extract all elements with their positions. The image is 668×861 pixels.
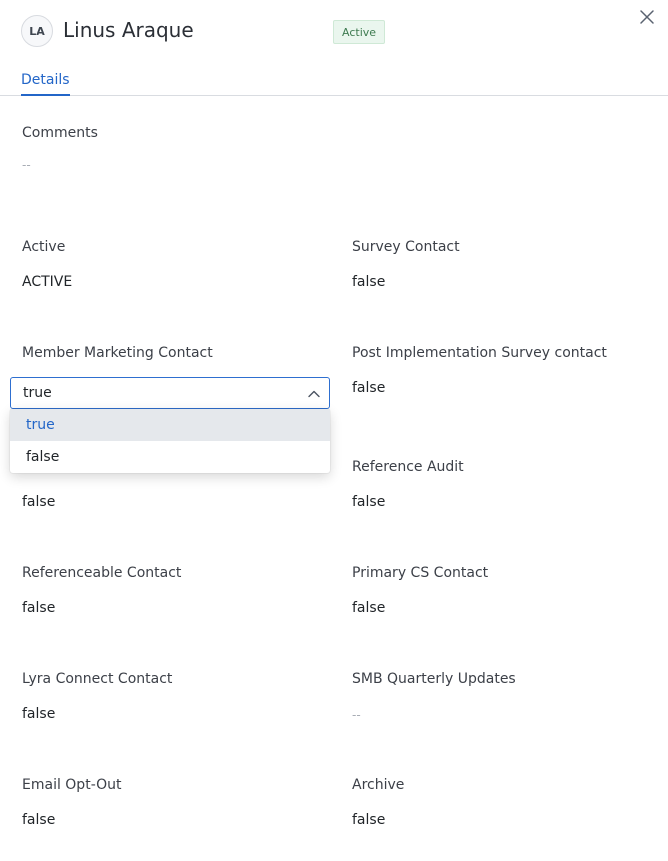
hidden-field-value: false <box>22 494 56 510</box>
close-icon[interactable] <box>639 9 655 25</box>
post-implementation-survey-contact-label: Post Implementation Survey contact <box>352 345 607 361</box>
archive-value: false <box>352 812 386 828</box>
tab-bar: Details <box>0 70 668 96</box>
survey-contact-value: false <box>352 274 386 290</box>
member-marketing-contact-label: Member Marketing Contact <box>22 345 213 361</box>
contact-detail-panel: LA Linus Araque Active Details Comments … <box>0 0 668 861</box>
avatar: LA <box>21 15 53 47</box>
member-marketing-contact-select[interactable]: true <box>10 377 330 409</box>
reference-audit-label: Reference Audit <box>352 459 464 475</box>
chevron-up-icon[interactable] <box>307 387 321 401</box>
archive-label: Archive <box>352 777 405 793</box>
active-label: Active <box>22 239 66 255</box>
post-implementation-survey-contact-value: false <box>352 380 386 396</box>
lyra-connect-contact-value: false <box>22 706 56 722</box>
survey-contact-label: Survey Contact <box>352 239 460 255</box>
email-opt-out-label: Email Opt-Out <box>22 777 122 793</box>
smb-quarterly-updates-value: -- <box>352 708 361 722</box>
dropdown-option-true[interactable]: true <box>10 409 330 441</box>
dropdown-menu: true false <box>10 409 330 473</box>
primary-cs-contact-label: Primary CS Contact <box>352 565 489 581</box>
contact-name: Linus Araque <box>63 18 194 42</box>
tab-details[interactable]: Details <box>21 72 70 96</box>
status-badge: Active <box>333 20 386 44</box>
lyra-connect-contact-label: Lyra Connect Contact <box>22 671 173 687</box>
primary-cs-contact-value: false <box>352 600 386 616</box>
comments-value: -- <box>22 158 31 172</box>
email-opt-out-value: false <box>22 812 56 828</box>
comments-label: Comments <box>22 125 98 141</box>
referenceable-contact-value: false <box>22 600 56 616</box>
referenceable-contact-label: Referenceable Contact <box>22 565 182 581</box>
select-current-value: true <box>23 385 52 401</box>
reference-audit-value: false <box>352 494 386 510</box>
active-value: ACTIVE <box>22 274 73 290</box>
dropdown-option-false[interactable]: false <box>10 441 330 473</box>
smb-quarterly-updates-label: SMB Quarterly Updates <box>352 671 516 687</box>
